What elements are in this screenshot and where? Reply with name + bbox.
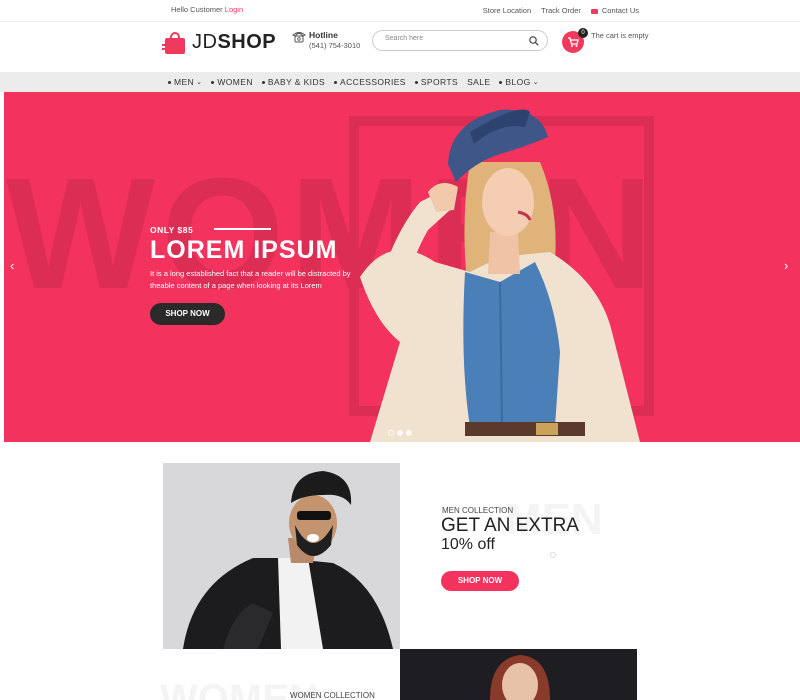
header: JDSHOP Hotline (541) 754-3010 0 The cart…: [0, 22, 800, 72]
slider-pagination: [388, 430, 412, 436]
chevron-right-icon[interactable]: ›: [784, 258, 788, 273]
hero-underline: [214, 228, 271, 230]
women-collection-image: [400, 649, 637, 700]
search-box: [372, 30, 548, 51]
search-input[interactable]: [385, 35, 525, 42]
hero-title: LOREM IPSUM: [150, 236, 338, 264]
hero-model-image: [360, 109, 640, 442]
greeting: Hello Customer Login: [171, 5, 243, 14]
nav-item-sports[interactable]: SPORTS: [414, 77, 459, 87]
logo-jd: JD: [192, 31, 218, 53]
greeting-text: Hello Customer: [171, 5, 223, 14]
shopping-bag-icon: [162, 31, 186, 54]
slider-dot[interactable]: [406, 430, 412, 436]
nav-item-blog[interactable]: BLOG ⌄: [499, 77, 539, 87]
women-model-illustration: [400, 649, 637, 700]
main-nav: MEN ⌄ WOMEN BABY & KIDS ACCESSORIES SPORT…: [0, 72, 800, 92]
hotline: Hotline (541) 754-3010: [292, 30, 360, 50]
chevron-down-icon: ⌄: [196, 79, 203, 86]
top-links: Store Location Track Order Contact Us: [483, 6, 639, 15]
slider-dot[interactable]: [397, 430, 403, 436]
men-model-illustration: [163, 463, 400, 649]
nav-label: SPORTS: [420, 77, 459, 87]
chevron-left-icon[interactable]: ‹: [10, 258, 14, 273]
nav-label: BLOG: [505, 77, 531, 87]
nav-item-accessories[interactable]: ACCESSORIES: [334, 77, 406, 87]
hero-shop-now-button[interactable]: SHOP NOW: [150, 303, 225, 325]
hotline-phone: (541) 754-3010: [309, 41, 361, 50]
men-collection-label: MEN COLLECTION: [442, 506, 514, 515]
phone-icon: [292, 32, 306, 43]
nav-label: WOMEN: [217, 77, 253, 87]
logo-shop: SHOP: [217, 31, 277, 53]
nav-label: SALE: [467, 77, 491, 87]
nav-item-women[interactable]: WOMEN: [211, 77, 253, 87]
nav-label: MEN: [174, 77, 195, 87]
women-collection-label: WOMEN COLLECTION: [290, 691, 375, 700]
chevron-down-icon: ⌄: [532, 79, 539, 86]
contact-us-label: Contact Us: [601, 6, 639, 15]
login-link[interactable]: Login: [225, 5, 243, 14]
contact-us-link[interactable]: Contact Us: [590, 6, 639, 15]
cart-status: The cart is empty: [591, 31, 649, 40]
men-collection-heading: GET AN EXTRA: [441, 515, 579, 536]
store-location-link[interactable]: Store Location: [483, 6, 531, 15]
cart-count-badge: 0: [578, 28, 588, 38]
search-icon[interactable]: [529, 36, 539, 46]
hero-slider: WOMEN ONLY $85 LOREM IPSUM It is a long …: [4, 92, 800, 442]
nav-item-baby-kids[interactable]: BABY & KIDS: [261, 77, 326, 87]
cart-button[interactable]: 0: [562, 28, 588, 53]
nav-label: ACCESSORIES: [340, 77, 406, 87]
men-collection-offer: 10% off: [441, 536, 495, 553]
logo-text: JDSHOP: [192, 31, 276, 54]
nav-item-men[interactable]: MEN ⌄: [168, 77, 202, 87]
track-order-link[interactable]: Track Order: [541, 6, 581, 15]
hero-description: It is a long established fact that a rea…: [150, 269, 351, 290]
decorative-circle: [550, 552, 556, 558]
hero-price: ONLY $85: [150, 225, 194, 235]
men-collection-image: [163, 463, 400, 649]
cart-icon: [568, 37, 579, 47]
logo[interactable]: JDSHOP: [162, 31, 276, 54]
top-bar: Hello Customer Login Store Location Trac…: [0, 0, 800, 22]
nav-label: BABY & KIDS: [267, 77, 326, 87]
slider-dot[interactable]: [388, 430, 394, 436]
nav-item-sale[interactable]: SALE: [467, 77, 490, 87]
hotline-label: Hotline: [309, 30, 338, 40]
mail-icon: [590, 8, 598, 14]
men-shop-now-button[interactable]: SHOP NOW: [441, 571, 519, 591]
